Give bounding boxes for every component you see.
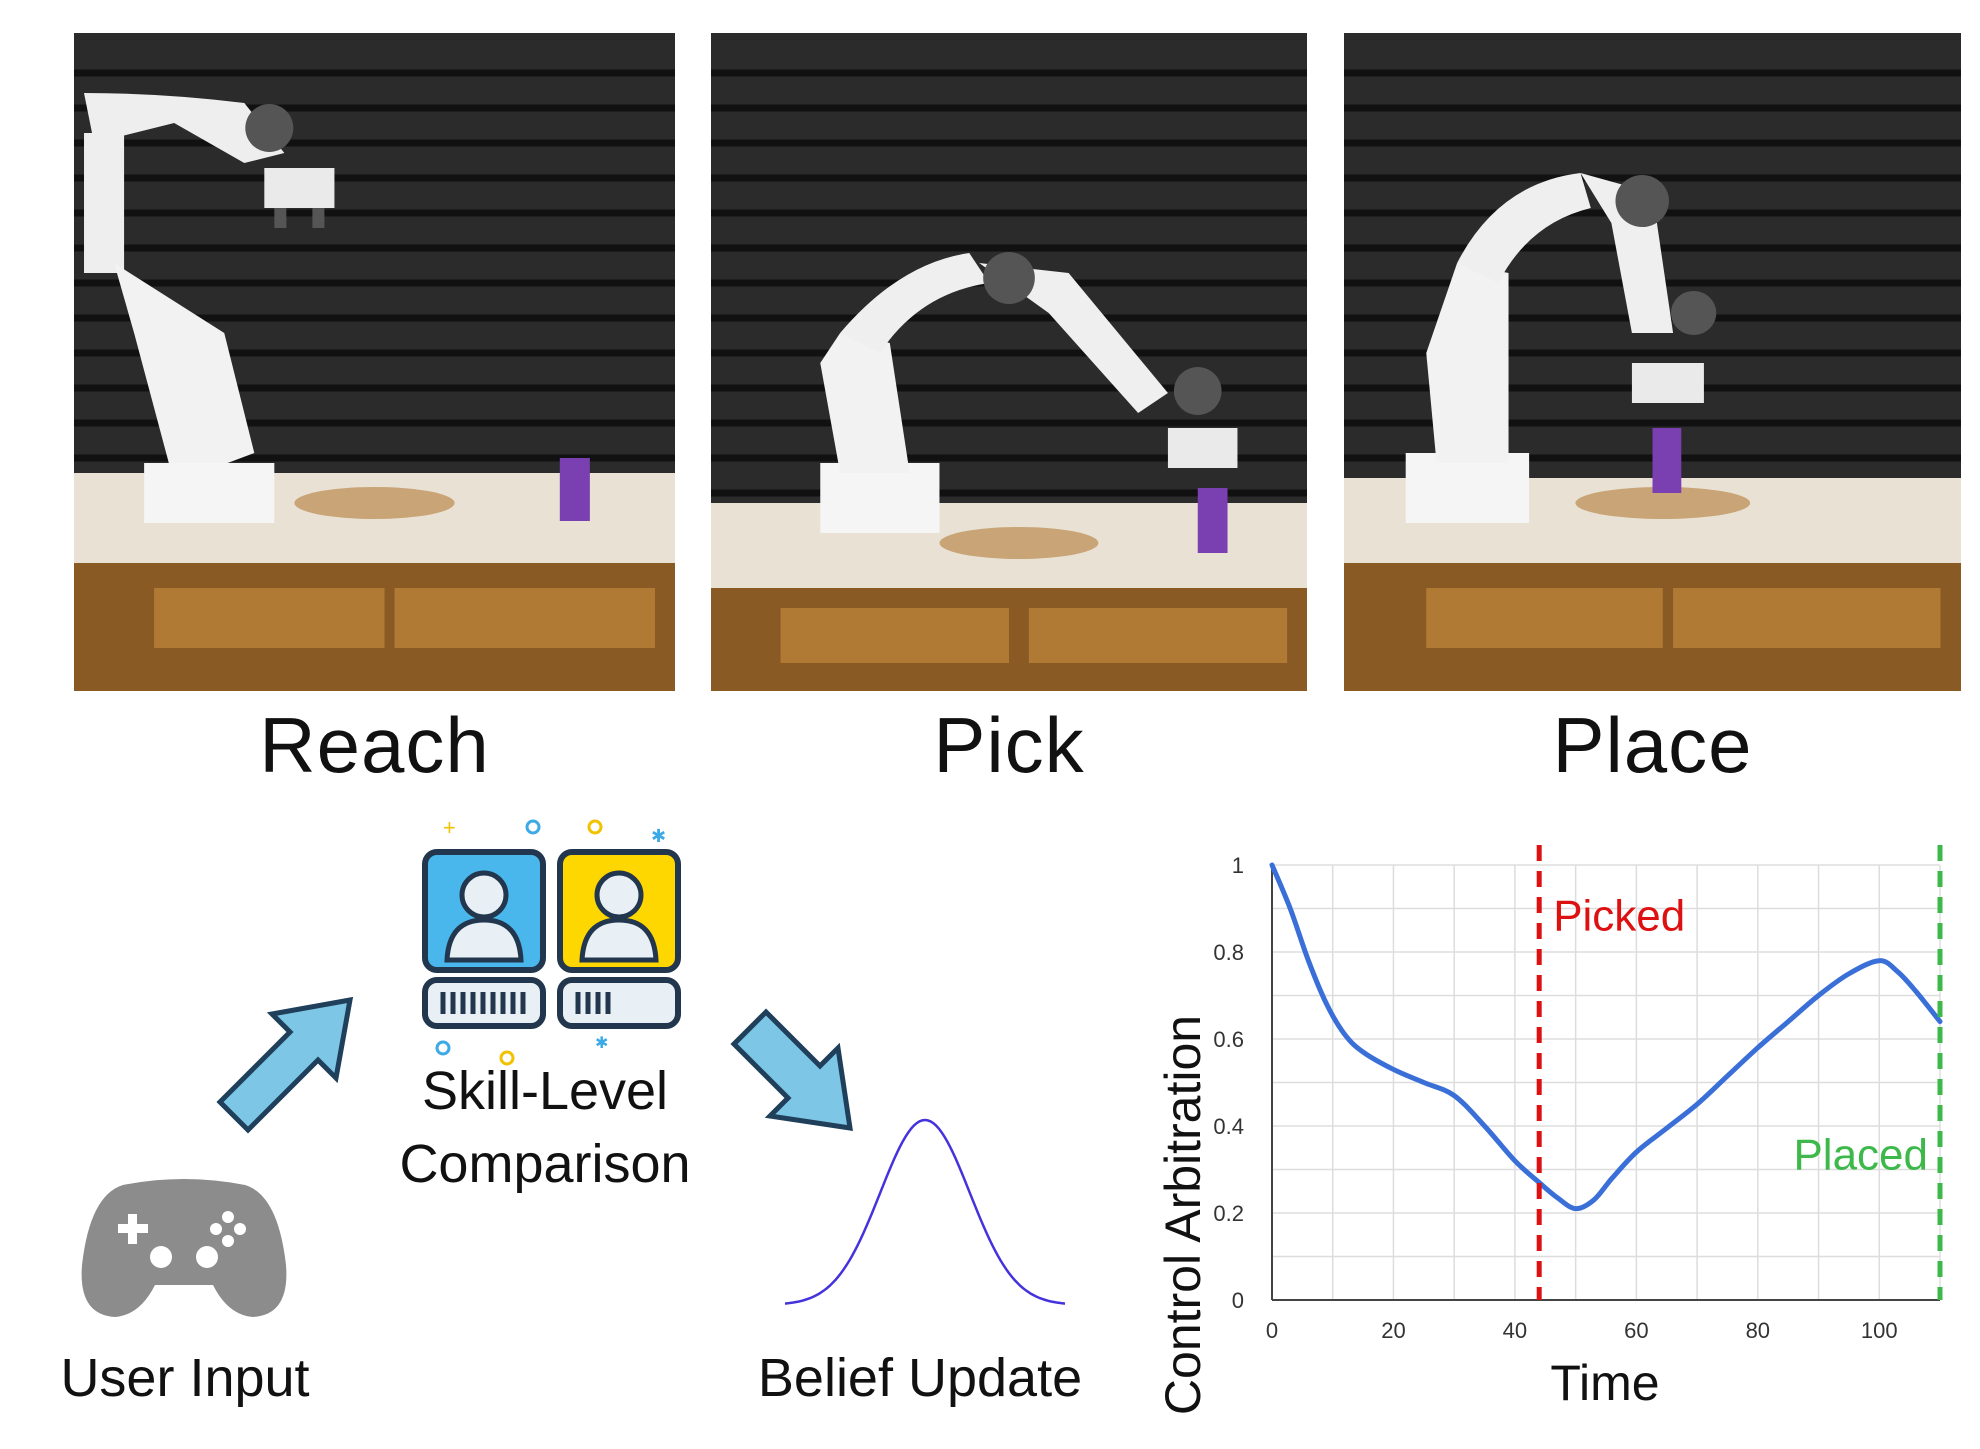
y-tick-label: 0: [1232, 1288, 1244, 1313]
reach-scene: [74, 33, 675, 691]
x-axis-label: Time: [1550, 1355, 1659, 1411]
y-axis-label: Control Arbitration: [1155, 1015, 1211, 1415]
control-arbitration-chart: 0 20 40 60 80 10000.20.40.60.81 PickedPlaced …: [1155, 845, 1943, 1415]
bell-curve-icon: [784, 1118, 1066, 1305]
x-tick-label: 0: [1266, 1318, 1278, 1343]
pick-photo: [711, 33, 1307, 691]
x-tick-label: 100: [1861, 1318, 1898, 1343]
y-tick-label: 0.6: [1213, 1027, 1244, 1052]
place-caption: Place: [1552, 701, 1753, 789]
place-photo: [1344, 33, 1961, 691]
y-tick-label: 0.4: [1213, 1114, 1244, 1139]
svg-text:✱: ✱: [595, 1035, 608, 1052]
annotation-label-picked: Picked: [1553, 891, 1685, 940]
skill-comparison-line1: Skill-Level: [421, 1061, 669, 1121]
reach-photo: [74, 33, 675, 691]
x-tick-label: 60: [1624, 1318, 1648, 1343]
belief-update-label: Belief Update: [757, 1348, 1083, 1408]
x-tick-label: 80: [1746, 1318, 1770, 1343]
game-controller-icon: [81, 1179, 287, 1317]
y-tick-label: 1: [1232, 853, 1244, 878]
x-tick-label: 40: [1503, 1318, 1527, 1343]
x-tick-label: 20: [1381, 1318, 1405, 1343]
annotation-label-placed: Placed: [1793, 1131, 1928, 1180]
y-tick-label: 0.8: [1213, 940, 1244, 965]
skill-comparison-line2: Comparison: [399, 1133, 691, 1194]
svg-text:✱: ✱: [651, 826, 666, 846]
reach-caption: Reach: [259, 701, 490, 789]
pick-scene: [711, 33, 1307, 691]
skill-comparison-icon: + ✱ ✱: [422, 815, 681, 1066]
pick-caption: Pick: [933, 701, 1085, 789]
y-tick-label: 0.2: [1213, 1201, 1244, 1226]
user-input-label: User Input: [60, 1348, 310, 1408]
svg-text:+: +: [443, 815, 456, 840]
skill-comparison-label: Skill-Level Comparison: [340, 1055, 750, 1201]
place-scene: [1344, 33, 1961, 691]
